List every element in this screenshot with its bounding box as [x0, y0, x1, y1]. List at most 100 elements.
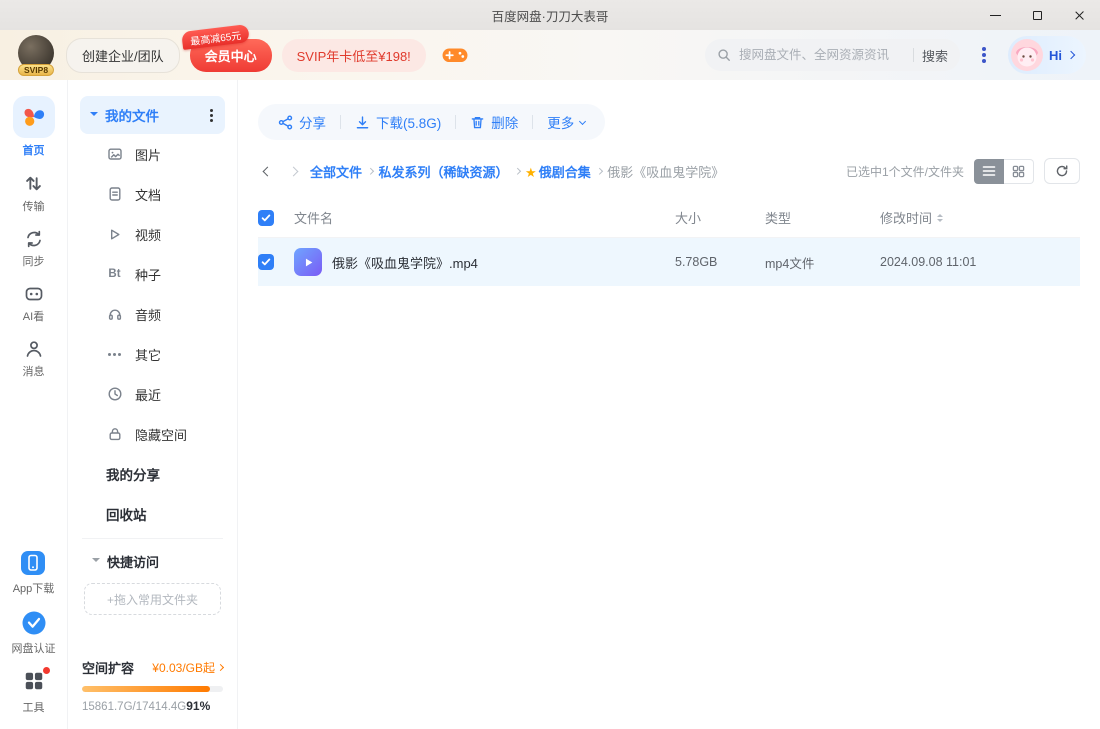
- column-header-size[interactable]: 大小: [675, 208, 765, 227]
- storage-panel: 空间扩容 ¥0.03/GB起 15861.7G/17414.4G91%: [80, 646, 225, 729]
- documents-icon: [106, 186, 123, 202]
- titlebar: 百度网盘·刀刀大表哥: [0, 0, 1100, 30]
- sidebar-item-audio[interactable]: 音频: [80, 294, 225, 334]
- sidebar: 我的文件 图片 文档 视频 Bt 种子 音频 其它 最近 隐藏空间 我的分享 回…: [68, 80, 238, 729]
- trash-icon: [470, 115, 485, 130]
- breadcrumb-all-files[interactable]: 全部文件: [310, 162, 362, 181]
- sidebar-item-hidden-space[interactable]: 隐藏空间: [80, 414, 225, 454]
- file-size: 5.78GB: [675, 255, 718, 269]
- download-label: 下载(5.8G): [376, 116, 442, 131]
- rail-item-ai-view[interactable]: AI看: [23, 284, 44, 324]
- file-row[interactable]: 俄影《吸血鬼学院》.mp4 5.78GB mp4文件 2024.09.08 11…: [258, 238, 1080, 286]
- nav-rail: 首页 传输 同步 AI看 消息 App下载 网盘认证 工具: [0, 80, 68, 729]
- member-center-wrap: 会员中心 最高减65元: [180, 23, 272, 72]
- grid-view-icon: [1012, 165, 1025, 177]
- drop-folder-zone[interactable]: +拖入常用文件夹: [84, 583, 221, 615]
- rail-item-sync[interactable]: 同步: [23, 229, 45, 269]
- breadcrumb-folder[interactable]: 私发系列（稀缺资源）: [379, 162, 509, 181]
- my-files-menu-icon[interactable]: [210, 113, 213, 117]
- more-button[interactable]: 更多: [547, 112, 587, 132]
- selection-info: 已选中1个文件/文件夹: [845, 164, 964, 179]
- rail-label: 工具: [22, 702, 45, 714]
- chevron-left-icon: [262, 166, 272, 176]
- back-button[interactable]: [258, 162, 276, 180]
- share-button[interactable]: 分享: [278, 112, 326, 132]
- list-view-button[interactable]: [974, 158, 1004, 184]
- game-controller-icon[interactable]: [442, 46, 468, 64]
- row-checkbox[interactable]: [258, 254, 274, 270]
- rail-label: 传输: [22, 201, 45, 213]
- breadcrumb: 全部文件 私发系列（稀缺资源） ★ 俄剧合集 俄影《吸血鬼学院》: [310, 162, 724, 181]
- grid-view-button[interactable]: [1004, 158, 1034, 184]
- maximize-button[interactable]: [1016, 0, 1058, 30]
- storage-expand-button[interactable]: 空间扩容 ¥0.03/GB起: [82, 658, 225, 677]
- category-label: 文档: [135, 187, 162, 203]
- pathbar-right: 已选中1个文件/文件夹: [846, 158, 1080, 184]
- rail-label: AI看: [22, 311, 45, 323]
- minimize-button[interactable]: [974, 0, 1016, 30]
- sidebar-item-documents[interactable]: 文档: [80, 174, 225, 214]
- star-icon: ★: [525, 164, 537, 180]
- svip-badge: SVIP8: [17, 64, 55, 76]
- column-header-modified[interactable]: 修改时间: [880, 208, 1080, 227]
- rail-item-app-download[interactable]: App下载: [12, 550, 55, 596]
- sidebar-item-pictures[interactable]: 图片: [80, 134, 225, 174]
- refresh-icon: [1056, 165, 1068, 177]
- sidebar-item-quick-access[interactable]: 快捷访问: [80, 543, 225, 579]
- rail-label: App下载: [12, 583, 55, 595]
- minimize-icon: [989, 14, 1001, 16]
- search-input[interactable]: [739, 48, 905, 62]
- rail-item-messages[interactable]: 消息: [23, 339, 45, 379]
- select-all-checkbox[interactable]: [258, 209, 274, 226]
- user-account-button[interactable]: Hi: [1008, 36, 1086, 74]
- column-header-type[interactable]: 类型: [765, 208, 880, 227]
- search-button[interactable]: 搜索: [922, 46, 948, 65]
- rail-item-transfer[interactable]: 传输: [23, 173, 45, 214]
- sidebar-item-recent[interactable]: 最近: [80, 374, 225, 414]
- app-body: 首页 传输 同步 AI看 消息 App下载 网盘认证 工具 我的文件 图片 文档…: [0, 80, 1100, 729]
- sidebar-item-my-shares[interactable]: 我的分享: [80, 454, 225, 494]
- rail-label: 首页: [22, 145, 45, 157]
- close-button[interactable]: [1058, 0, 1100, 30]
- create-team-button[interactable]: 创建企业/团队: [66, 37, 180, 73]
- recent-clock-icon: [106, 386, 123, 402]
- window-controls: [974, 0, 1100, 30]
- greeting-label: Hi: [1049, 47, 1062, 63]
- more-menu-icon[interactable]: [982, 53, 986, 57]
- breadcrumb-label: 俄剧合集: [538, 164, 591, 180]
- delete-label: 删除: [491, 116, 519, 131]
- sidebar-item-torrents[interactable]: Bt 种子: [80, 254, 225, 294]
- delete-button[interactable]: 删除: [470, 112, 518, 132]
- file-name[interactable]: 俄影《吸血鬼学院》.mp4: [332, 253, 478, 272]
- sidebar-item-others[interactable]: 其它: [80, 334, 225, 374]
- category-label: 最近: [135, 387, 162, 403]
- user-logo[interactable]: SVIP8: [16, 35, 56, 76]
- file-type: mp4文件: [765, 256, 815, 271]
- storage-progress-track: [82, 686, 223, 692]
- sort-icon[interactable]: [937, 213, 944, 222]
- refresh-button[interactable]: [1044, 158, 1080, 184]
- breadcrumb-current: 俄影《吸血鬼学院》: [607, 164, 725, 180]
- rail-item-tools[interactable]: 工具: [22, 667, 50, 715]
- share-icon: [278, 115, 293, 130]
- messages-icon: [24, 339, 44, 359]
- svip-promo-button[interactable]: SVIP年卡低至¥198!: [281, 38, 426, 72]
- quick-access-label: 快捷访问: [107, 554, 160, 570]
- breadcrumb-folder-starred[interactable]: ★ 俄剧合集: [525, 162, 591, 181]
- rail-label: 消息: [22, 366, 45, 378]
- caret-down-icon: [90, 112, 98, 120]
- share-label: 分享: [299, 116, 326, 131]
- videos-icon: [106, 227, 123, 242]
- rail-item-certification[interactable]: 网盘认证: [12, 610, 56, 656]
- download-button[interactable]: 下载(5.8G): [355, 112, 441, 132]
- forward-button[interactable]: [284, 162, 302, 180]
- rail-item-home[interactable]: 首页: [12, 96, 55, 158]
- rail-label: 同步: [22, 256, 45, 268]
- search-bar: 搜索: [705, 39, 960, 71]
- maximize-icon: [1032, 10, 1042, 20]
- sidebar-item-recycle-bin[interactable]: 回收站: [80, 494, 225, 534]
- sidebar-item-my-files[interactable]: 我的文件: [80, 96, 225, 134]
- column-header-name[interactable]: 文件名: [294, 208, 675, 227]
- category-label: 视频: [135, 227, 162, 243]
- sidebar-item-videos[interactable]: 视频: [80, 214, 225, 254]
